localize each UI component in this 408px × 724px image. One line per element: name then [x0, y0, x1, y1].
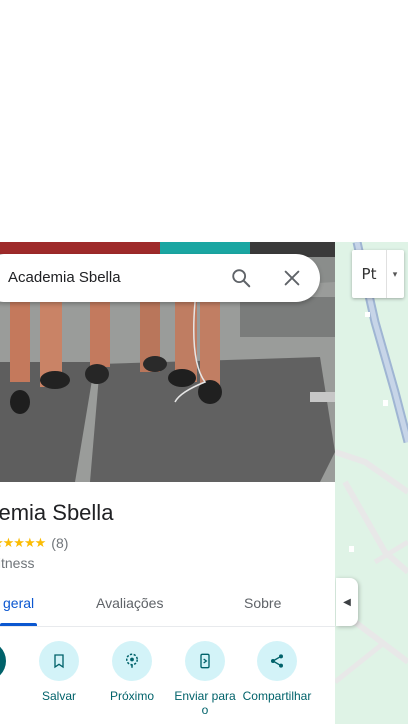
place-category[interactable]: fitness — [0, 555, 34, 571]
map-view[interactable] — [335, 242, 408, 724]
action-label: Salvar — [41, 689, 76, 703]
rating-stars: ★★★★★ — [0, 535, 46, 550]
chevron-left-icon: ◀ — [343, 596, 351, 608]
layers-button[interactable]: Pt ▾ — [352, 250, 404, 298]
share-icon — [257, 641, 297, 681]
tab-about[interactable]: Sobre — [244, 595, 281, 611]
directions-icon — [0, 641, 6, 681]
layers-label: Pt — [361, 265, 377, 283]
search-icon[interactable] — [230, 267, 252, 289]
close-icon[interactable] — [281, 267, 303, 289]
tab-reviews[interactable]: Avaliações — [96, 595, 163, 611]
action-label: Próximo — [109, 689, 154, 703]
chevron-down-icon[interactable]: ▾ — [387, 269, 403, 280]
place-tabs: geral Avaliações Sobre — [0, 582, 335, 627]
action-label: Enviar para o — [174, 689, 236, 717]
nearby-button[interactable]: Próximo — [97, 641, 167, 703]
maps-app: Pt ▾ ◀ Academia Sbella emia Sbella ★★★★ … — [0, 0, 408, 724]
tab-overview[interactable]: geral — [3, 595, 34, 611]
review-count[interactable]: (8) — [51, 535, 68, 551]
place-title: ademia Sbella — [0, 500, 114, 525]
action-label: s — [0, 689, 21, 703]
save-button[interactable]: Salvar — [24, 641, 94, 703]
map-roads — [335, 242, 408, 724]
collapse-panel-button[interactable]: ◀ — [336, 578, 358, 626]
bookmark-icon — [39, 641, 79, 681]
send-to-phone-icon — [185, 641, 225, 681]
directions-button[interactable]: s — [0, 641, 21, 703]
active-tab-indicator — [0, 623, 37, 626]
action-label: Compartilhar — [242, 689, 312, 703]
share-button[interactable]: Compartilhar — [242, 641, 312, 703]
rating-row[interactable]: ★★★★★ (8) — [0, 535, 68, 551]
search-input[interactable]: Academia Sbella — [8, 269, 121, 286]
nearby-icon — [112, 641, 152, 681]
search-box[interactable]: Academia Sbella — [0, 254, 320, 302]
send-to-phone-button[interactable]: Enviar para o — [170, 641, 240, 717]
